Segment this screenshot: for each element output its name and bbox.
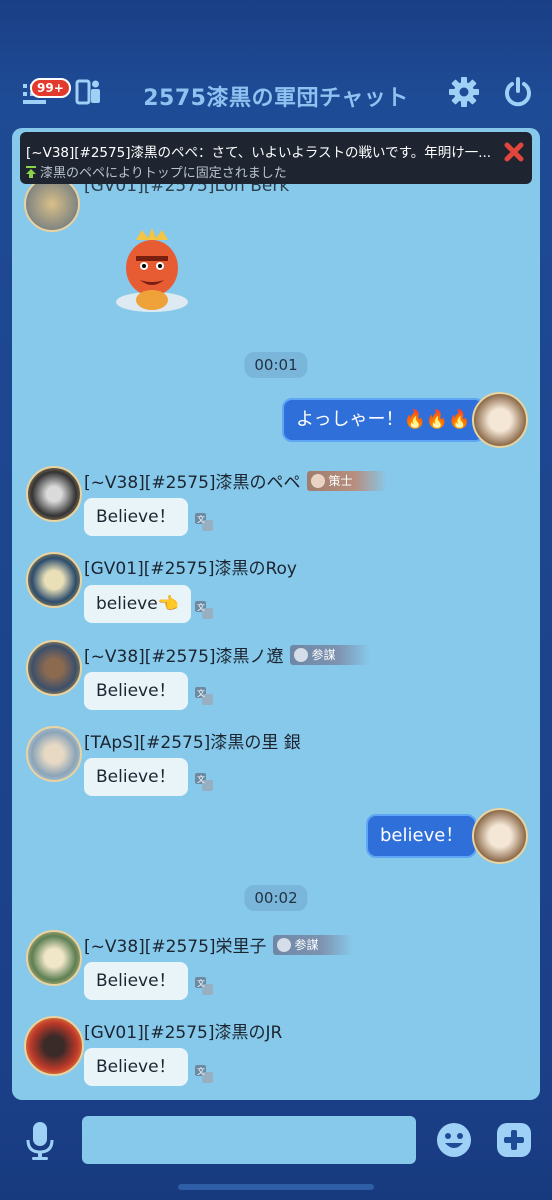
message-bubble[interactable]: Believe！	[84, 962, 188, 1000]
avatar[interactable]	[26, 466, 82, 522]
translate-icon[interactable]: 文	[194, 686, 214, 706]
svg-text:文: 文	[197, 514, 205, 524]
rank-label: 参謀	[311, 648, 336, 662]
translate-icon[interactable]: 文	[194, 772, 214, 792]
my-avatar[interactable]	[472, 392, 528, 448]
rank-icon	[310, 473, 325, 488]
input-bar	[0, 1100, 552, 1200]
sender-name: [~V38][#2575]漆黒のペペ	[84, 473, 301, 493]
my-message-bubble[interactable]: believe！	[366, 814, 478, 858]
pin-up-icon	[26, 165, 36, 178]
power-icon[interactable]	[500, 74, 536, 110]
sender-name-row: [GV01][#2575]漆黒のJR	[84, 1018, 282, 1043]
pinned-note: 漆黒のペペによりトップに固定されました	[40, 166, 287, 181]
svg-text:文: 文	[197, 1066, 205, 1076]
sender-name-row: [~V38][#2575]漆黒のペペ 策士	[84, 468, 387, 493]
sender-name-row: [GV01][#2575]漆黒のRoy	[84, 554, 297, 579]
avatar[interactable]	[24, 1016, 84, 1076]
svg-text:文: 文	[197, 602, 205, 612]
rank-icon	[276, 937, 291, 952]
microphone-icon[interactable]	[24, 1120, 56, 1162]
avatar[interactable]	[26, 552, 82, 608]
svg-text:文: 文	[197, 688, 205, 698]
avatar[interactable]	[24, 176, 80, 232]
timestamp: 00:02	[244, 885, 308, 911]
timestamp: 00:01	[244, 352, 308, 378]
sender-name: [~V38][#2575]栄里子	[84, 937, 267, 957]
message-input[interactable]	[82, 1116, 416, 1164]
my-avatar[interactable]	[472, 808, 528, 864]
translate-icon[interactable]: 文	[194, 1064, 214, 1084]
sender-name-row: [TApS][#2575]漆黒の里 銀	[84, 728, 301, 753]
rank-label: 策士	[328, 474, 353, 488]
sticker-image	[112, 228, 192, 314]
chat-header: 99+ 2575漆黒の軍団チャット	[0, 60, 552, 130]
avatar[interactable]	[26, 640, 82, 696]
svg-text:文: 文	[197, 978, 205, 988]
translate-icon[interactable]: 文	[194, 512, 214, 532]
my-message-bubble[interactable]: よっしゃー！🔥🔥🔥	[282, 398, 485, 442]
message-bubble[interactable]: Believe！	[84, 672, 188, 710]
pinned-note-row: 漆黒のペペによりトップに固定されました	[26, 162, 287, 181]
message-bubble[interactable]: Believe！	[84, 758, 188, 796]
rank-badge: 参謀	[272, 934, 353, 955]
pinned-message[interactable]: [~V38][#2575]漆黒のペペ：さて、いよいよラストの戦いです。年明け一.…	[20, 132, 532, 184]
home-indicator	[178, 1184, 374, 1190]
translate-icon[interactable]: 文	[194, 976, 214, 996]
gear-icon[interactable]	[446, 74, 482, 110]
emoji-icon[interactable]	[436, 1122, 472, 1158]
sender-name: [GV01][#2575]漆黒のRoy	[84, 559, 297, 579]
sender-name: [GV01][#2575]漆黒のJR	[84, 1023, 283, 1043]
rank-badge: 策士	[306, 470, 387, 491]
rank-icon	[293, 647, 308, 662]
rank-label: 参謀	[294, 938, 319, 952]
message-bubble[interactable]: Believe！	[84, 1048, 188, 1086]
message-bubble[interactable]: believe👈	[84, 585, 191, 623]
chat-panel[interactable]: [~V38][#2575]漆黒のペペ：さて、いよいよラストの戦いです。年明け一.…	[12, 128, 540, 1100]
avatar[interactable]	[26, 930, 82, 986]
message-bubble[interactable]: Believe！	[84, 498, 188, 536]
translate-icon[interactable]: 文	[194, 600, 214, 620]
sender-name: [TApS][#2575]漆黒の里 銀	[84, 733, 301, 753]
sender-name: [~V38][#2575]漆黒ノ遼	[84, 647, 284, 667]
sender-name-row: [~V38][#2575]栄里子 参謀	[84, 932, 353, 957]
close-icon[interactable]	[502, 140, 526, 164]
add-icon[interactable]	[496, 1122, 532, 1158]
rank-badge: 参謀	[289, 644, 370, 665]
sender-name-row: [~V38][#2575]漆黒ノ遼 参謀	[84, 642, 370, 667]
svg-text:文: 文	[197, 774, 205, 784]
pinned-text: [~V38][#2575]漆黒のペペ：さて、いよいよラストの戦いです。年明け一.…	[26, 145, 492, 161]
avatar[interactable]	[26, 726, 82, 782]
